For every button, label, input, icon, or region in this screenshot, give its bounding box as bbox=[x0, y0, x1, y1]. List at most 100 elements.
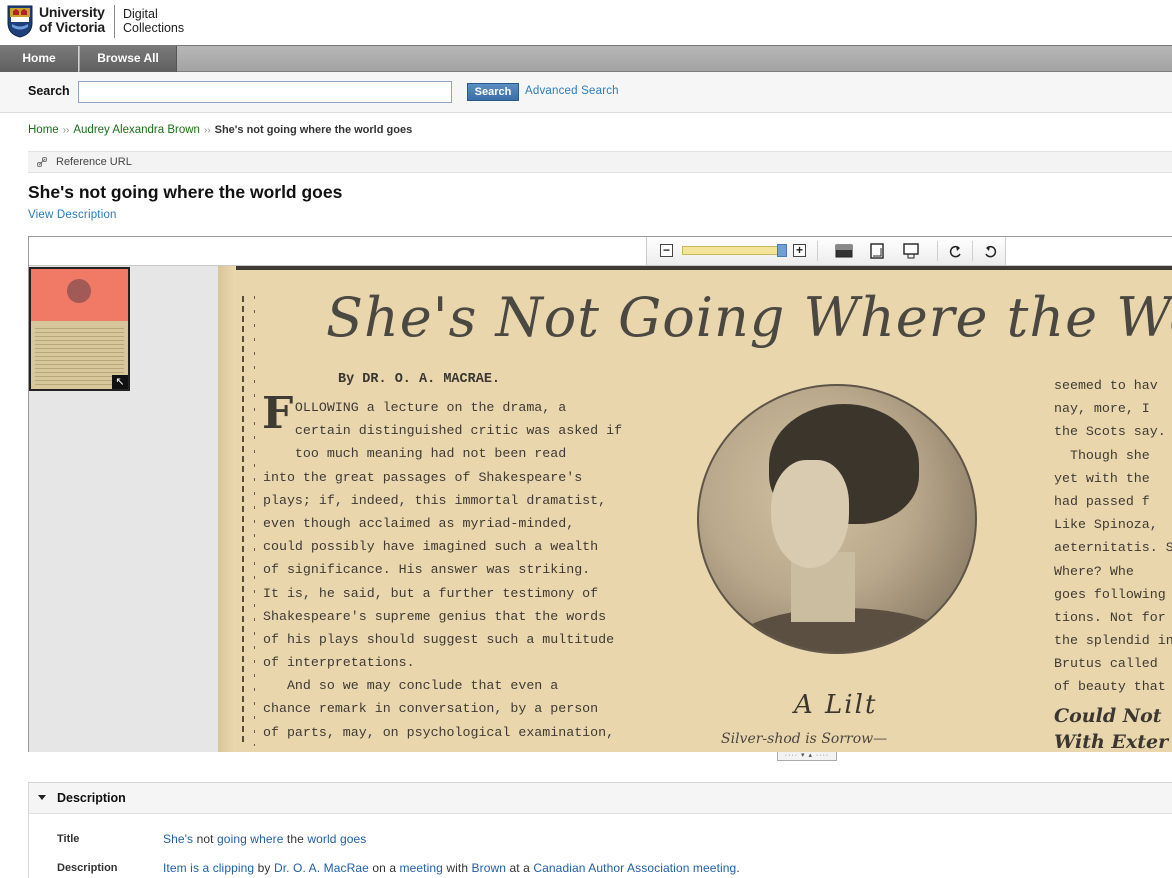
thumbnail-text bbox=[35, 325, 124, 387]
scan-text-line: chance remark in conversation, by a pers… bbox=[263, 701, 599, 717]
metadata-search-link[interactable]: Dr. O. A. MacRae bbox=[274, 861, 369, 875]
scan-text-line: And so we may conclude that even a bbox=[263, 678, 559, 694]
metadata-text: not bbox=[193, 832, 218, 846]
scan-byline: By DR. O. A. MACRAE. bbox=[338, 372, 501, 387]
fit-height-icon[interactable] bbox=[868, 243, 886, 259]
search-button[interactable]: Search bbox=[467, 83, 519, 101]
breadcrumb: Home ›› Audrey Alexandra Brown ›› She's not … bbox=[28, 124, 412, 136]
field-value-description: Item is a clipping by Dr. O. A. MacRae o… bbox=[163, 861, 740, 875]
zoom-slider[interactable] bbox=[682, 246, 784, 255]
toolbar-divider bbox=[937, 241, 938, 261]
description-panel: Description Title She's not going where … bbox=[28, 782, 1172, 878]
scan-text-line: goes following bbox=[1054, 586, 1166, 602]
site-line-1: Digital bbox=[123, 7, 158, 21]
portrait-face bbox=[771, 460, 849, 568]
metadata-search-link[interactable]: world goes bbox=[307, 832, 366, 846]
scan-text-line: yet with the bbox=[1054, 470, 1150, 486]
description-header[interactable]: Description bbox=[29, 783, 1172, 814]
collapse-caret-icon[interactable] bbox=[38, 795, 46, 800]
breadcrumb-collection[interactable]: Audrey Alexandra Brown bbox=[73, 124, 200, 136]
metadata-text: . bbox=[736, 861, 740, 875]
scan-text-line: of parts, may, on psychological examinat… bbox=[263, 724, 615, 740]
metadata-search-link[interactable]: clipping bbox=[213, 861, 255, 875]
scan-text-line: Though she bbox=[1054, 447, 1150, 463]
digital-collections-wordmark[interactable]: Digital Collections bbox=[123, 7, 184, 35]
scan-caption-sub: Silver-shod is Sorrow— bbox=[721, 731, 888, 747]
scan-text-line: aeternitatis. S bbox=[1054, 540, 1172, 556]
toolbar-divider bbox=[972, 241, 973, 261]
logo-divider bbox=[114, 5, 115, 38]
metadata-search-link[interactable]: Canadian Author Association meeting bbox=[533, 861, 736, 875]
scan-text-line: tions. Not for bbox=[1054, 609, 1166, 625]
nav-home[interactable]: Home bbox=[0, 46, 79, 72]
zoom-in-icon[interactable]: + bbox=[793, 244, 806, 257]
metadata-search-link[interactable]: Item is a bbox=[163, 861, 209, 875]
scan-text-line: of significance. His answer was striking… bbox=[263, 562, 591, 578]
rotate-right-icon[interactable] bbox=[981, 243, 999, 259]
field-value-title: She's not going where the world goes bbox=[163, 832, 366, 846]
scan-text-line: the splendid in bbox=[1054, 633, 1172, 649]
breadcrumb-home[interactable]: Home bbox=[28, 124, 59, 136]
scan-text-line: of his plays should suggest such a multi… bbox=[263, 631, 615, 647]
nav-browse-all[interactable]: Browse All bbox=[80, 46, 177, 72]
reference-url-bar[interactable]: Reference URL bbox=[28, 151, 1172, 173]
scan-right-subhead-line: Could Not bbox=[1054, 705, 1162, 727]
breadcrumb-current: She's not going where the world goes bbox=[214, 124, 413, 136]
field-label-description: Description bbox=[57, 862, 118, 874]
link-icon bbox=[37, 157, 47, 167]
search-bar: Search Search Advanced Search bbox=[0, 72, 1172, 113]
main-nav: Home Browse All bbox=[0, 45, 1172, 72]
scan-text-line: even though acclaimed as myriad-minded, bbox=[263, 515, 575, 531]
toolbar-divider bbox=[817, 241, 818, 261]
scan-text-line: Brutus called bbox=[1054, 656, 1158, 672]
uvic-shield-logo[interactable] bbox=[7, 5, 33, 38]
document-scan[interactable]: She's Not Going Where the Wor By DR. O. … bbox=[218, 266, 1172, 752]
metadata-text: at a bbox=[506, 861, 534, 875]
site-line-2: Collections bbox=[123, 21, 185, 35]
metadata-text: with bbox=[442, 861, 472, 875]
scan-text-line: the Scots say. bbox=[1054, 424, 1166, 440]
zoom-out-icon[interactable]: − bbox=[660, 244, 673, 257]
viewer-toolbar: − + bbox=[646, 237, 1006, 265]
page-thumbnail[interactable]: ↖ bbox=[29, 267, 130, 391]
scan-column-rule bbox=[254, 296, 255, 746]
advanced-search-link[interactable]: Advanced Search bbox=[525, 85, 619, 97]
metadata-search-link[interactable]: meeting bbox=[400, 861, 443, 875]
metadata-search-link[interactable]: She's bbox=[163, 832, 193, 846]
scan-text-line: could possibly have imagined such a weal… bbox=[263, 539, 599, 555]
scan-text-line: It is, he said, but a further testimony … bbox=[263, 585, 599, 601]
scan-text-line: had passed f bbox=[1054, 493, 1150, 509]
search-input[interactable] bbox=[78, 81, 452, 103]
scan-text-line: seemed to hav bbox=[1054, 378, 1158, 393]
reference-url-label: Reference URL bbox=[56, 156, 132, 168]
search-label: Search bbox=[28, 84, 70, 98]
scan-text-line: too much meaning had not been read bbox=[263, 446, 567, 462]
fit-width-icon[interactable] bbox=[902, 243, 920, 259]
fit-window-icon[interactable] bbox=[835, 243, 853, 259]
rotate-left-icon[interactable] bbox=[947, 243, 965, 259]
scan-right-subhead: Could Not With Exter bbox=[1054, 703, 1168, 752]
scan-text-line: of interpretations. bbox=[263, 655, 415, 671]
field-label-title: Title bbox=[57, 833, 80, 845]
scan-text-line: nay, more, I bbox=[1054, 401, 1150, 417]
site-header: University of Victoria Digital Collectio… bbox=[0, 0, 1172, 45]
expand-icon[interactable]: ↖ bbox=[112, 375, 128, 389]
zoom-slider-handle[interactable] bbox=[777, 244, 787, 257]
scan-top-rule bbox=[218, 266, 1172, 270]
logo-line-1: University bbox=[39, 4, 105, 20]
uvic-wordmark[interactable]: University of Victoria bbox=[39, 5, 105, 35]
scan-text-line: Shakespeare's supreme genius that the wo… bbox=[263, 608, 607, 624]
metadata-text: by bbox=[254, 861, 274, 875]
metadata-text: the bbox=[283, 832, 308, 846]
scan-right-column: seemed to hav nay, more, Ithe Scots say. … bbox=[1054, 374, 1172, 699]
scan-headline: She's Not Going Where the Wor bbox=[326, 286, 1172, 349]
scan-text-line: certain distinguished critic was asked i… bbox=[263, 423, 623, 439]
image-viewer[interactable]: − + ↖ She's Not Going Where the Wor By D… bbox=[28, 236, 1172, 752]
metadata-search-link[interactable]: going where bbox=[217, 832, 283, 846]
scan-right-subhead-line: With Exter bbox=[1054, 731, 1169, 752]
logo-line-2: of Victoria bbox=[39, 19, 106, 35]
viewer-resize-handle[interactable]: ···· ▾ ▴ ···· bbox=[777, 752, 837, 761]
metadata-text: on a bbox=[368, 861, 400, 875]
view-description-link[interactable]: View Description bbox=[28, 209, 117, 221]
metadata-search-link[interactable]: Brown bbox=[472, 861, 507, 875]
